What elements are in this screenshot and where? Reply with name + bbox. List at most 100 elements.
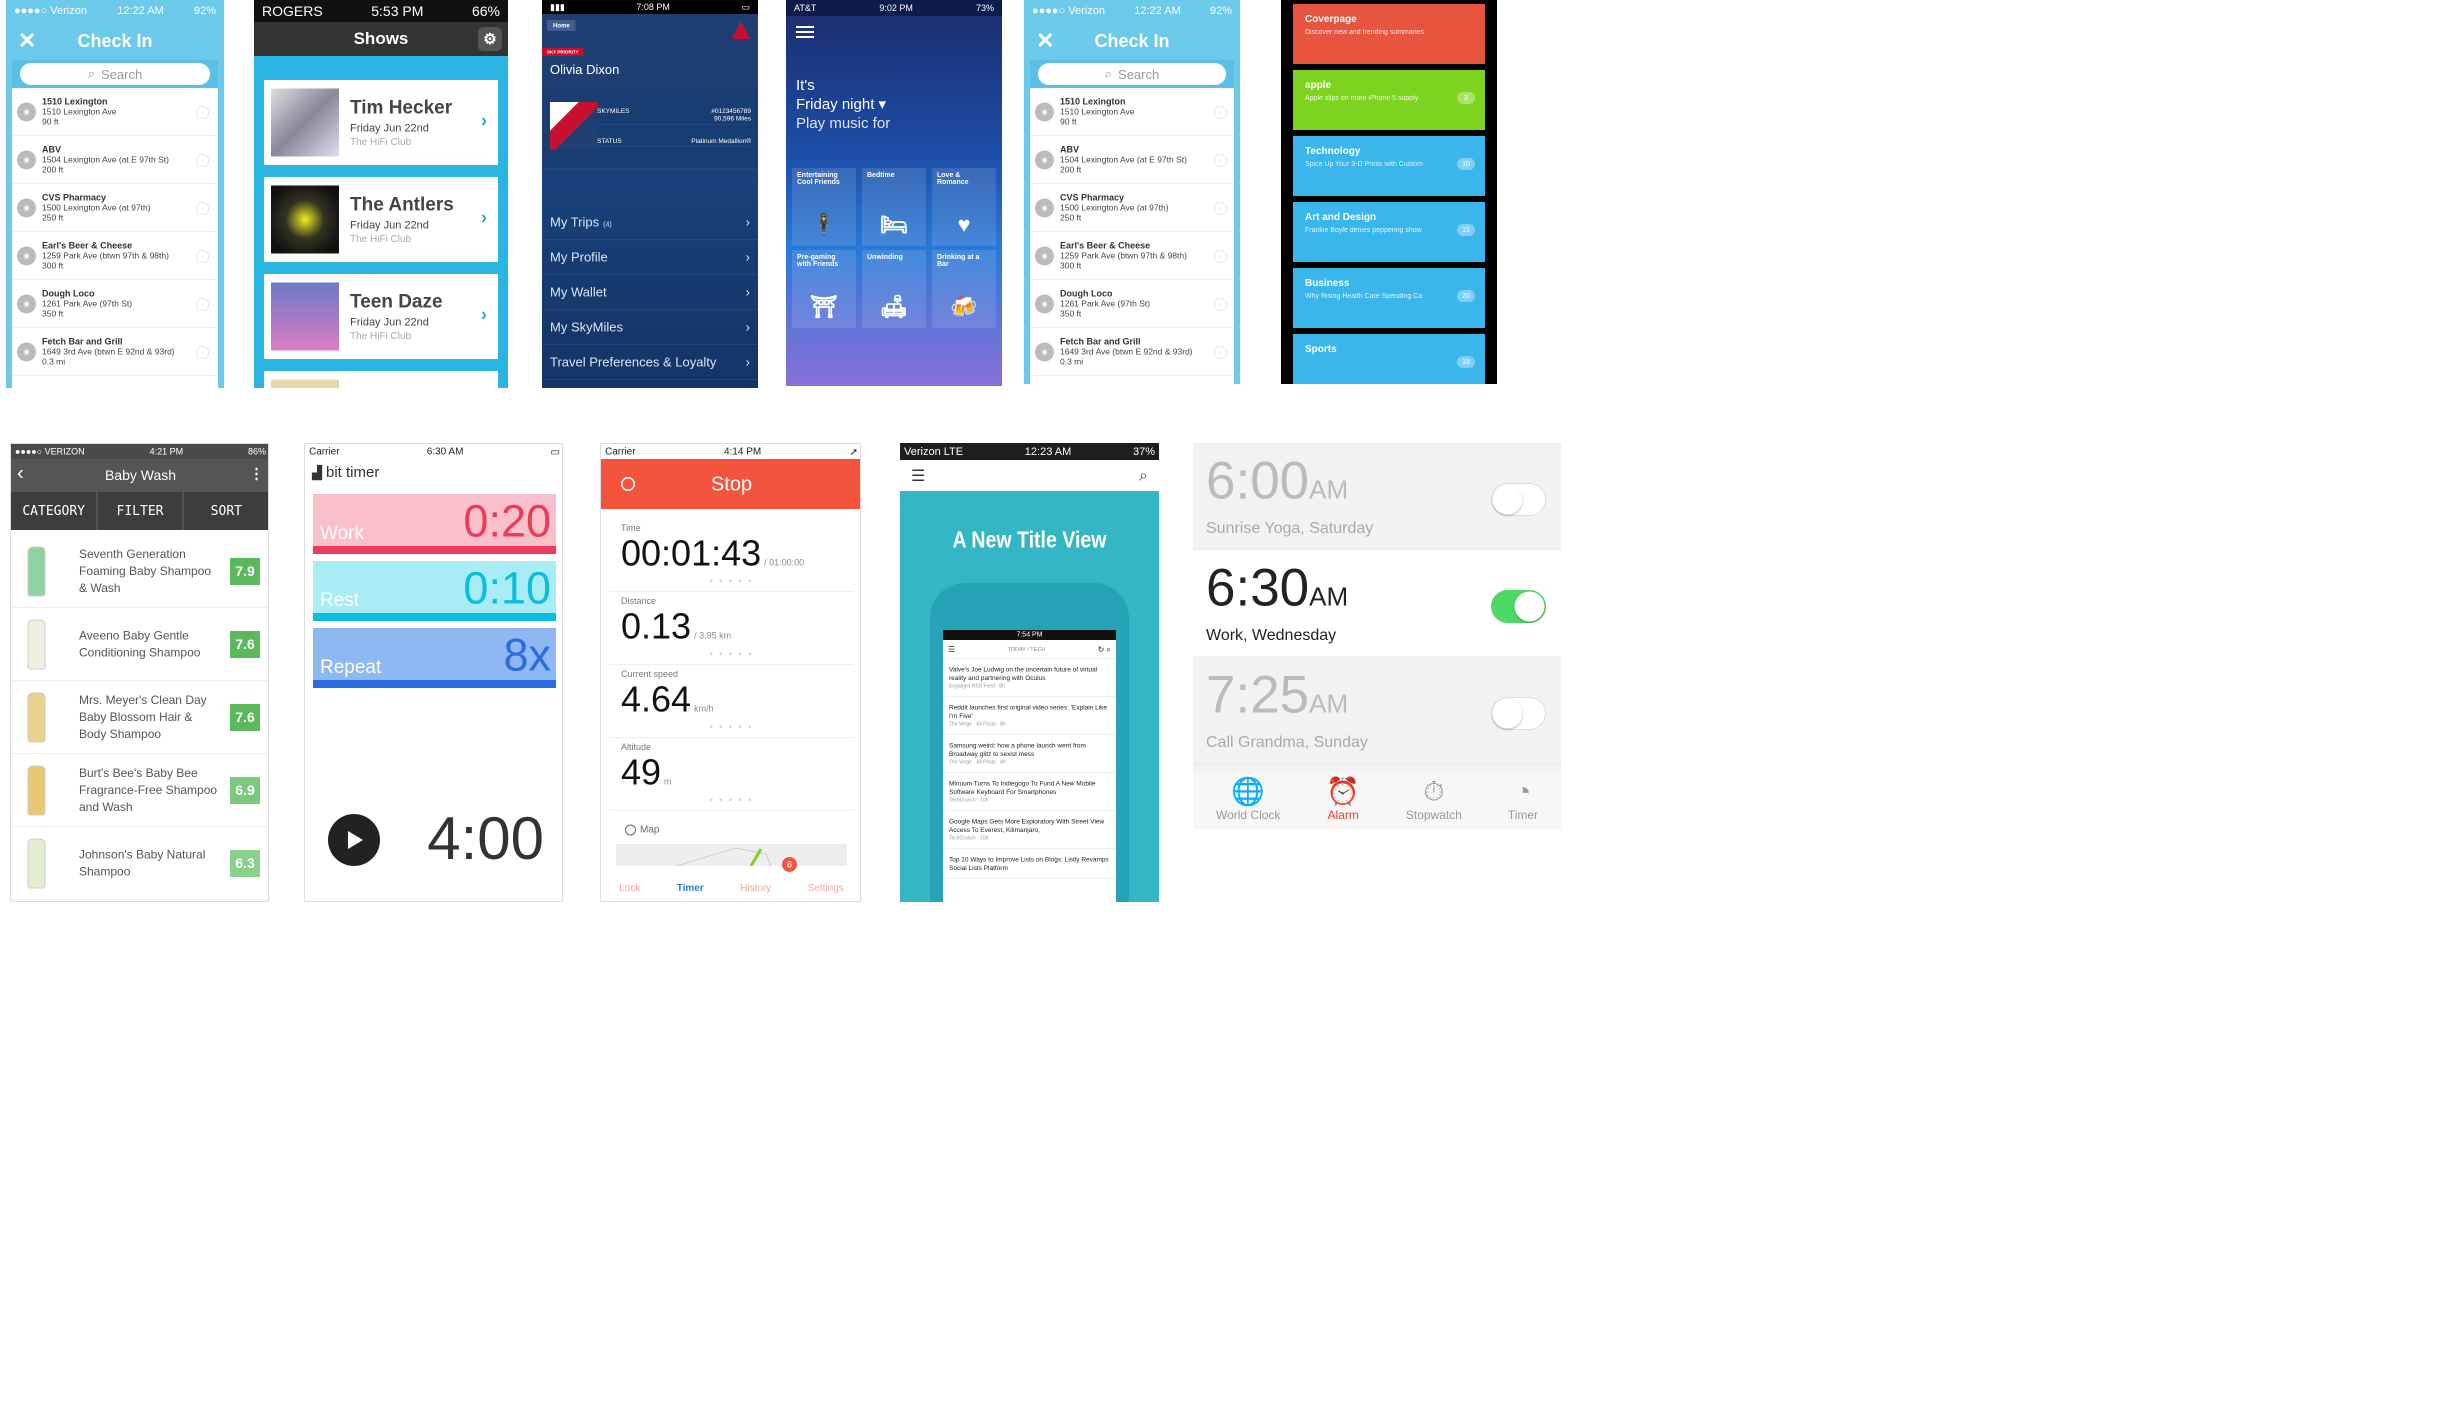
activity-tile[interactable]: Drinking at a Bar 🍻	[932, 250, 996, 328]
venue-row[interactable]: ◉The Guthrie Inn›	[12, 376, 216, 388]
venue-row[interactable]: ◉ 1510 Lexington 1510 Lexington Ave 90 ft ›	[12, 88, 216, 136]
alarm-row[interactable]: 6:00AM Sunrise Yoga, Saturday	[1193, 443, 1561, 550]
show-card[interactable]: Teen Daze Friday Jun 22nd The HiFi Club ›	[264, 274, 498, 359]
interval-rest[interactable]: Rest 0:10	[313, 561, 556, 621]
show-card[interactable]: RefusedFriday Jun 24th›	[264, 371, 498, 388]
stop-button[interactable]: Stop	[601, 459, 860, 509]
news-item[interactable]: Minuum Turns To Indiegogo To Fund A New …	[943, 773, 1116, 811]
show-card[interactable]: Tim Hecker Friday Jun 22nd The HiFi Club ›	[264, 80, 498, 165]
venue-category-icon: ◉	[17, 294, 36, 314]
category-card[interactable]: Sports 18	[1293, 334, 1485, 384]
menu-item[interactable]: Travel Preferences & Loyalty ›	[542, 345, 758, 380]
alarm-row[interactable]: 6:30AM Work, Wednesday	[1193, 550, 1561, 657]
news-item[interactable]: Samsung weird: how a phone launch went f…	[943, 735, 1116, 773]
news-item[interactable]: Google Maps Gets More Exploratory With S…	[943, 811, 1116, 849]
venue-row[interactable]: ◉ Earl's Beer & Cheese 1259 Park Ave (btwn…	[12, 232, 216, 280]
show-card[interactable]: The Antlers Friday Jun 22nd The HiFi Club ›	[264, 177, 498, 262]
venue-row[interactable]: ◉ CVS Pharmacy 1500 Lexington Ave (at 97th…	[1030, 184, 1234, 232]
search-icon[interactable]: ⌕	[1139, 466, 1148, 485]
product-row[interactable]: Seventh Generation Foaming Baby Shampoo …	[11, 535, 268, 608]
venue-row[interactable]: ◉ 1510 Lexington 1510 Lexington Ave 90 ft ›	[1030, 88, 1234, 136]
close-icon[interactable]: ✕	[1036, 28, 1054, 54]
news-list: Valve's Joe Ludwig on the uncertain futu…	[943, 659, 1116, 879]
more-icon[interactable]: ⋮	[249, 465, 264, 483]
map-toggle[interactable]: Map	[625, 824, 659, 836]
interval-handle[interactable]	[313, 680, 556, 688]
interval-handle[interactable]	[313, 546, 556, 554]
activity-tile[interactable]: Pre-gaming with Friends ⛩	[792, 250, 856, 328]
activity-tile[interactable]: Love & Romance ♥	[932, 168, 996, 246]
tab-stopwatch[interactable]: ⏱ Stopwatch	[1406, 778, 1462, 823]
activity-tile[interactable]: Bedtime 🛏	[862, 168, 926, 246]
tab-sort[interactable]: SORT	[184, 492, 268, 530]
interval-handle[interactable]	[313, 613, 556, 621]
search-input[interactable]: ⌕ Search	[1038, 63, 1226, 85]
venue-category-icon: ◉	[1035, 198, 1054, 218]
news-item[interactable]: Top 10 Ways to Improve Lists on Blogs: L…	[943, 849, 1116, 879]
stat-block: Distance 0.13/ 3.95 km • • • • •	[609, 592, 854, 665]
tab-filter[interactable]: FILTER	[97, 492, 184, 530]
tab-alarm[interactable]: ⏰ Alarm	[1326, 778, 1360, 823]
venue-distance: 250 ft	[1060, 213, 1082, 223]
product-row[interactable]: Mrs. Meyer's Clean Day Baby Blossom Hair…	[11, 681, 268, 754]
tab-category[interactable]: CATEGORY	[11, 492, 98, 530]
nav-bar: ‹ Baby Wash ⋮	[11, 459, 268, 492]
news-source: Engadget RSS Feed · 8h	[949, 683, 1005, 690]
alarm-row[interactable]: 7:25AM Call Grandma, Sunday	[1193, 657, 1561, 764]
activity-label: Entertaining Cool Friends	[797, 172, 840, 186]
close-icon[interactable]: ✕	[18, 28, 36, 54]
tab-timer[interactable]: ◔ Timer	[1508, 778, 1538, 823]
menu-icon[interactable]: ☰	[911, 466, 925, 485]
menu-item[interactable]: My Trips (4) ›	[542, 205, 758, 240]
tab-world-clock[interactable]: 🌐 World Clock	[1216, 778, 1280, 823]
alarm-toggle[interactable]	[1491, 483, 1546, 516]
chevron-right-icon: ›	[745, 319, 750, 335]
product-row[interactable]: Aveeno Baby Gentle Conditioning Shampoo 7…	[11, 608, 268, 681]
tab-lock[interactable]: Lock	[619, 882, 640, 894]
category-card[interactable]: Business Why Rising Health Care Spending …	[1293, 268, 1485, 328]
venue-row[interactable]: ◉ Fetch Bar and Grill 1649 3rd Ave (btwn E…	[12, 328, 216, 376]
alarm-toggle[interactable]	[1491, 697, 1546, 730]
alarm-toggle[interactable]	[1491, 590, 1546, 623]
venue-row[interactable]: ◉ Dough Loco 1261 Park Ave (97th St) 350 ft…	[1030, 280, 1234, 328]
skymiles-number: #0123456789	[711, 107, 751, 115]
play-button[interactable]	[328, 814, 380, 866]
activity-tile[interactable]: Unwinding 🛋	[862, 250, 926, 328]
category-card[interactable]: apple Apple slips on more iPhone 5 supply…	[1293, 70, 1485, 130]
menu-icon[interactable]	[796, 26, 814, 44]
interval-repeat[interactable]: Repeat 8x	[313, 628, 556, 688]
category-card[interactable]: Coverpage Discover new and trending summa…	[1293, 4, 1485, 64]
venue-row[interactable]: ◉ Fetch Bar and Grill 1649 3rd Ave (btwn E…	[1030, 328, 1234, 376]
gear-icon[interactable]: ⚙	[478, 27, 502, 51]
news-item[interactable]: Reddit launches first original video ser…	[943, 697, 1116, 735]
menu-item[interactable]: My Wallet ›	[542, 275, 758, 310]
news-item[interactable]: Valve's Joe Ludwig on the uncertain futu…	[943, 659, 1116, 697]
page-title: Check In	[77, 30, 153, 51]
venue-row[interactable]: ◉ ABV 1504 Lexington Ave (at E 97th St) 200…	[1030, 136, 1234, 184]
venue-row[interactable]: ◉ CVS Pharmacy 1500 Lexington Ave (at 97th…	[12, 184, 216, 232]
day-time-selector[interactable]: Friday night ▾	[796, 95, 890, 114]
product-row[interactable]: Burt's Bee's Baby Bee Fragrance-Free Sha…	[11, 754, 268, 827]
tab-settings[interactable]: Settings	[808, 882, 844, 894]
activity-tile[interactable]: Entertaining Cool Friends 🕴	[792, 168, 856, 246]
product-row[interactable]: Johnson's Baby Natural Shampoo 6.3	[11, 827, 268, 900]
menu-icon: ☰	[948, 645, 956, 654]
venue-row[interactable]: ◉The Guthrie Inn›	[1030, 376, 1234, 384]
venue-row[interactable]: ◉ Dough Loco 1261 Park Ave (97th St) 350 ft…	[12, 280, 216, 328]
category-card[interactable]: Technology Spice Up Your 3-D Prints with …	[1293, 136, 1485, 196]
nav-bar: Shows ⚙	[254, 22, 508, 56]
menu-item[interactable]: My SkyMiles ›	[542, 310, 758, 345]
tab-history[interactable]: History	[740, 882, 771, 894]
back-icon[interactable]: ‹	[17, 462, 24, 485]
category-card[interactable]: Art and Design Frankie Boyle denies peppe…	[1293, 202, 1485, 262]
venue-row[interactable]: ◉ ABV 1504 Lexington Ave (at E 97th St) 200…	[12, 136, 216, 184]
search-input[interactable]: ⌕ Search	[20, 63, 210, 85]
home-button[interactable]: Home	[547, 20, 576, 31]
page-dots: • • • • •	[709, 649, 754, 659]
carrier-label: Verizon	[904, 445, 941, 458]
menu-item[interactable]: My Profile ›	[542, 240, 758, 275]
tab-timer[interactable]: Timer	[677, 882, 704, 894]
stat-label: Altitude	[621, 742, 652, 752]
interval-work[interactable]: Work 0:20	[313, 494, 556, 554]
venue-row[interactable]: ◉ Earl's Beer & Cheese 1259 Park Ave (btwn…	[1030, 232, 1234, 280]
